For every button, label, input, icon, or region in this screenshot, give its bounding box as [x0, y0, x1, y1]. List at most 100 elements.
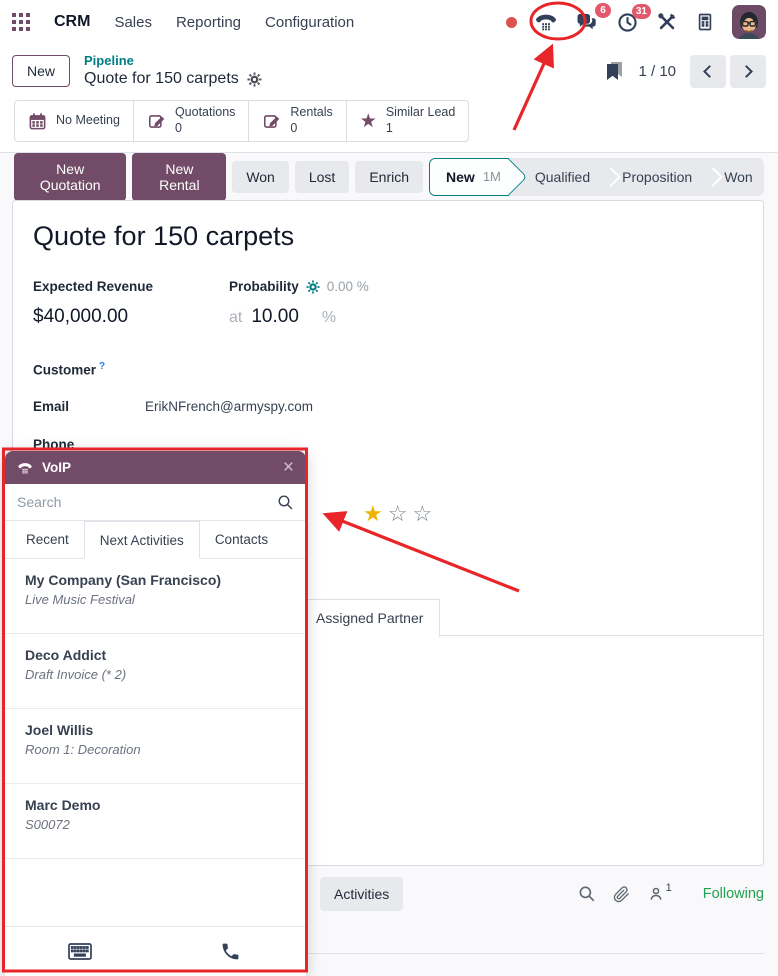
top-navbar: CRM Sales Reporting Configuration 6 [0, 0, 778, 44]
stat-button-meeting[interactable]: No Meeting [14, 100, 134, 142]
stage-label: Won [724, 169, 753, 185]
voip-activity-list: My Company (San Francisco) Live Music Fe… [5, 559, 306, 926]
enrich-button[interactable]: Enrich [355, 161, 423, 193]
menu-crm[interactable]: CRM [54, 13, 90, 31]
entry-note: S00072 [25, 817, 286, 832]
edit-icon [262, 112, 281, 131]
stat-button-rentals[interactable]: Rentals 0 [248, 100, 346, 142]
following-toggle[interactable]: Following [703, 886, 764, 902]
stage-won[interactable]: Won [708, 158, 764, 196]
entry-name: My Company (San Francisco) [25, 572, 286, 588]
email-value[interactable]: ErikNFrench@armyspy.com [145, 399, 313, 414]
stat-label: Similar Lead [386, 105, 455, 121]
action-bar: New Quotation New Rental Won Lost Enrich… [0, 153, 778, 200]
won-button[interactable]: Won [232, 161, 289, 193]
dialpad-keyboard-icon[interactable] [5, 927, 156, 976]
list-item[interactable]: Joel Willis Room 1: Decoration [5, 709, 306, 784]
search-icon[interactable] [277, 494, 294, 511]
bookmark-icon[interactable] [605, 61, 624, 81]
stat-count: 0 [175, 121, 182, 137]
user-avatar[interactable] [732, 5, 766, 39]
apps-grid-icon[interactable] [12, 13, 30, 31]
voip-tabs: Recent Next Activities Contacts [5, 521, 306, 559]
star-filled-icon[interactable]: ★ [363, 503, 383, 525]
breadcrumb-pipeline-link[interactable]: Pipeline [84, 53, 262, 69]
voip-tab-recent[interactable]: Recent [11, 521, 84, 558]
stage-label: Qualified [535, 169, 590, 185]
expected-revenue-value[interactable]: $40,000.00 [33, 306, 229, 328]
customer-field-row: Customer? [33, 361, 145, 378]
new-quotation-button[interactable]: New Quotation [14, 153, 126, 201]
percent-sign: % [322, 309, 336, 327]
stage-qualified[interactable]: Qualified [509, 158, 606, 196]
stage-label: Proposition [622, 169, 692, 185]
voip-search-bar [5, 484, 306, 521]
gear-icon[interactable] [247, 72, 262, 87]
voip-popup: VoIP × Recent Next Activities Contacts M… [5, 451, 306, 976]
pager-next-button[interactable] [730, 55, 766, 88]
new-rental-button[interactable]: New Rental [132, 153, 226, 201]
attachment-paperclip-icon[interactable] [613, 886, 630, 903]
email-label: Email [33, 399, 145, 414]
search-messages-icon[interactable] [578, 885, 596, 903]
stage-proposition[interactable]: Proposition [606, 158, 708, 196]
voip-footer [5, 926, 306, 976]
entry-note: Live Music Festival [25, 592, 286, 607]
activities-clock-icon[interactable]: 31 [616, 11, 639, 34]
stage-pipeline: New 1M Qualified Proposition Won [429, 158, 764, 196]
stage-new[interactable]: New 1M [429, 158, 509, 196]
probability-display: 0.00 % [327, 279, 369, 294]
menu-sales[interactable]: Sales [114, 14, 152, 31]
control-panel: New Pipeline Quote for 150 carpets 1 / 1… [12, 46, 766, 96]
entry-name: Marc Demo [25, 797, 286, 813]
list-item[interactable]: Marc Demo S00072 [5, 784, 306, 859]
tools-icon[interactable] [656, 11, 678, 33]
list-item[interactable]: My Company (San Francisco) Live Music Fe… [5, 559, 306, 634]
revenue-probability-fields: Expected Revenue Probability 0.00 % $40,… [33, 279, 453, 328]
entry-name: Joel Willis [25, 722, 286, 738]
close-icon[interactable]: × [283, 458, 294, 477]
stat-count: 1 [386, 121, 393, 137]
entry-name: Deco Addict [25, 647, 286, 663]
stage-label: New [446, 169, 475, 185]
probability-input[interactable]: 10.00 [251, 306, 299, 328]
new-record-button[interactable]: New [12, 55, 70, 87]
record-pager: 1 / 10 [638, 63, 676, 80]
probability-label: Probability [229, 279, 299, 294]
expected-revenue-label: Expected Revenue [33, 279, 229, 294]
star-empty-icon[interactable]: ☆ [388, 503, 408, 525]
company-building-icon[interactable] [695, 11, 715, 33]
voip-tab-next-activities[interactable]: Next Activities [84, 521, 200, 559]
messages-icon[interactable]: 6 [575, 10, 599, 34]
voip-phone-icon[interactable] [534, 10, 558, 34]
activities-tab-button[interactable]: Activities [320, 877, 403, 911]
menu-configuration[interactable]: Configuration [265, 14, 354, 31]
star-empty-icon[interactable]: ☆ [412, 503, 432, 525]
lead-title[interactable]: Quote for 150 carpets [33, 221, 294, 252]
followers-icon[interactable]: 1 [647, 885, 672, 903]
pager-previous-button[interactable] [690, 55, 726, 88]
activities-badge: 31 [632, 4, 651, 19]
followers-count: 1 [666, 882, 672, 894]
help-icon[interactable]: ? [99, 361, 105, 372]
priority-stars[interactable]: ★ ☆ ☆ [363, 503, 432, 525]
tab-assigned-partner[interactable]: Assigned Partner [299, 599, 440, 637]
stat-buttons: No Meeting Quotations 0 Rentals 0 ★ Sim [14, 100, 469, 142]
systray: 6 31 [506, 5, 766, 39]
star-icon: ★ [360, 112, 377, 131]
messages-badge: 6 [595, 3, 611, 18]
lost-button[interactable]: Lost [295, 161, 349, 193]
stat-button-quotations[interactable]: Quotations 0 [133, 100, 249, 142]
customer-label: Customer? [33, 361, 145, 378]
probability-gear-icon[interactable] [306, 280, 320, 294]
voip-search-input[interactable] [17, 494, 269, 510]
list-item[interactable]: Deco Addict Draft Invoice (* 2) [5, 634, 306, 709]
at-label: at [229, 309, 242, 327]
email-field-row: Email ErikNFrench@armyspy.com [33, 399, 313, 414]
menu-reporting[interactable]: Reporting [176, 14, 241, 31]
presence-dot-icon[interactable] [506, 17, 517, 28]
call-phone-icon[interactable] [156, 927, 307, 976]
voip-tab-contacts[interactable]: Contacts [200, 521, 283, 558]
stat-button-similar-lead[interactable]: ★ Similar Lead 1 [346, 100, 470, 142]
voip-header[interactable]: VoIP × [5, 451, 306, 484]
